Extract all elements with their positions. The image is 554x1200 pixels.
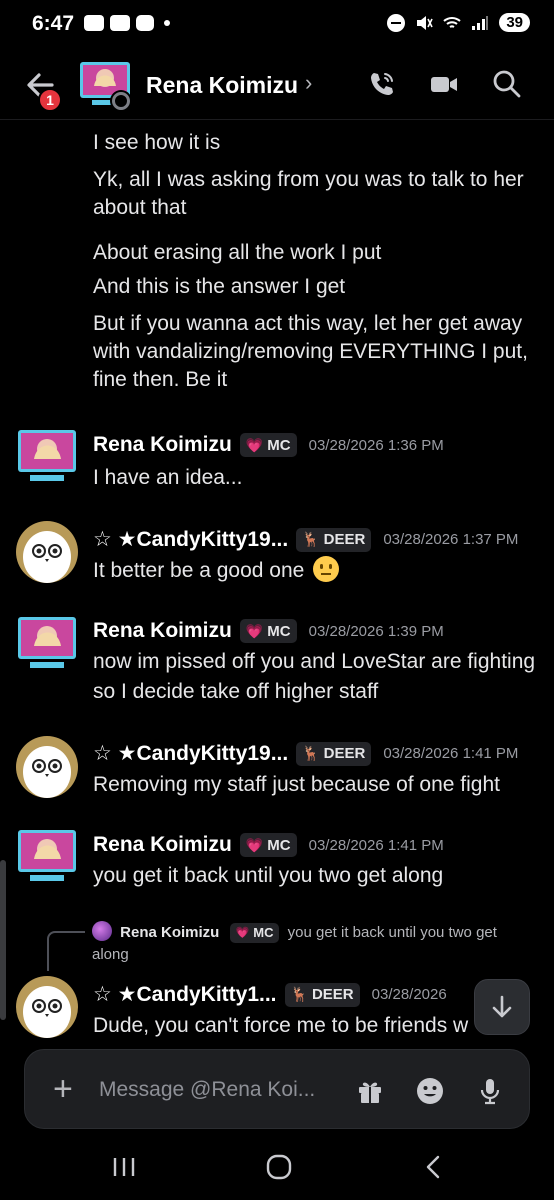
role-tag-label: DEER [323, 531, 366, 548]
timestamp: 03/28/2026 1:37 PM [383, 531, 519, 548]
role-tag-label: DEER [311, 986, 354, 1003]
message-header: ☆ ★CandyKitty19... 🦌 DEER 03/28/2026 1:41… [93, 741, 518, 766]
role-tag: 🦌 DEER [296, 527, 372, 552]
youtube-icon [136, 15, 154, 31]
message-text: It better be a good one [93, 556, 543, 586]
role-tag-label: MC [253, 925, 274, 940]
role-tag-label: MC [267, 436, 291, 454]
microphone-icon[interactable] [475, 1076, 505, 1106]
role-tag: 🦌 DEER [284, 982, 360, 1007]
gift-icon[interactable] [355, 1076, 385, 1106]
system-icons: 39 [387, 13, 530, 32]
candykitty-avatar[interactable] [16, 736, 78, 798]
message-line: About erasing all the work I put [93, 241, 382, 264]
timestamp: 03/28/2026 [371, 986, 447, 1003]
message-header: Rena Koimizu 💗 MC 03/28/2026 1:41 PM [93, 833, 444, 857]
mute-icon [417, 15, 434, 30]
screen-edge-handle[interactable] [0, 860, 6, 1020]
message-line: Yk, all I was asking from you was to tal… [93, 168, 524, 219]
reply-connector [47, 931, 85, 971]
heart-icon: 💗 [245, 836, 264, 853]
neutral-face-emoji-icon [313, 556, 340, 582]
status-bar: 6:47 39 [0, 0, 554, 50]
emoji-icon[interactable] [415, 1076, 445, 1106]
message-text: now im pissed off you and LoveStar are f… [93, 650, 536, 703]
role-tag-label: MC [267, 836, 291, 854]
author-name[interactable]: Rena Koimizu [93, 619, 232, 643]
do-not-disturb-icon [387, 13, 406, 32]
android-navigation-bar [0, 1131, 554, 1200]
message-header: ☆ ★CandyKitty19... 🦌 DEER 03/28/2026 1:37… [93, 527, 518, 552]
unread-badge: 1 [38, 88, 62, 112]
message-composer: + Message @Rena Koi... [0, 1041, 554, 1131]
reply-preview[interactable]: Rena Koimizu 💗 MC you get it back until y… [92, 921, 532, 966]
candykitty-avatar[interactable] [16, 521, 78, 583]
heart-icon: 💗 [245, 436, 264, 453]
message-header: Rena Koimizu 💗 MC 03/28/2026 1:39 PM [93, 619, 444, 643]
more-notifications-dot-icon [164, 20, 170, 26]
author-name[interactable]: ☆ ★CandyKitty19... [93, 527, 288, 552]
search-icon[interactable] [491, 68, 523, 100]
rena-avatar[interactable] [16, 426, 78, 488]
message-header: Rena Koimizu 💗 MC 03/28/2026 1:36 PM [93, 433, 444, 457]
role-tag: 💗 MC [239, 833, 297, 857]
author-name[interactable]: Rena Koimizu [93, 833, 232, 857]
candykitty-avatar[interactable] [16, 976, 78, 1038]
message-header: ☆ ★CandyKitty1... 🦌 DEER 03/28/2026 [93, 982, 447, 1007]
message-text: Removing my staff just because of one fi… [93, 773, 500, 796]
heart-icon: 💗 [245, 622, 264, 639]
jump-to-present-button[interactable] [474, 979, 530, 1035]
role-tag-label: DEER [323, 745, 366, 762]
author-name[interactable]: ☆ ★CandyKitty19... [93, 741, 288, 766]
author-name[interactable]: ☆ ★CandyKitty1... [93, 982, 277, 1007]
message-text: I have an idea... [93, 466, 243, 489]
message-list[interactable]: I see how it is Yk, all I was asking fro… [0, 121, 554, 1041]
role-tag: 💗 MC [239, 619, 297, 643]
reply-author: Rena Koimizu [120, 924, 220, 941]
offline-status-icon [110, 90, 132, 112]
wifi-icon [443, 16, 461, 28]
reply-avatar [92, 921, 112, 941]
message-text: Dude, you can't force me to be friends w [93, 1014, 469, 1037]
role-tag: 💗 MC [229, 923, 280, 943]
video-camera-icon[interactable] [428, 68, 460, 100]
signal-icon [472, 15, 489, 30]
chevron-right-icon[interactable]: › [305, 70, 312, 96]
notification-icons [84, 15, 170, 31]
back-icon[interactable] [420, 1153, 448, 1181]
recent-apps-icon[interactable] [110, 1153, 138, 1181]
message-text-content: It better be a good one [93, 559, 305, 582]
status-time: 6:47 [32, 12, 75, 35]
arrow-down-icon [492, 995, 512, 1018]
deer-icon: 🦌 [302, 745, 320, 761]
role-tag: 🦌 DEER [296, 741, 372, 766]
timestamp: 03/28/2026 1:36 PM [308, 436, 444, 454]
timestamp: 03/28/2026 1:41 PM [308, 836, 444, 854]
home-icon[interactable] [265, 1153, 293, 1181]
message-input[interactable]: Message @Rena Koi... [99, 1078, 315, 1102]
dm-header: 1 Rena Koimizu › [0, 50, 554, 120]
message-input-container[interactable]: + Message @Rena Koi... [24, 1049, 530, 1129]
phone-call-icon[interactable] [366, 68, 398, 100]
heart-icon: 💗 [235, 927, 250, 939]
message-line: And this is the answer I get [93, 275, 346, 298]
message-line: I see how it is [93, 131, 221, 154]
add-attachment-button[interactable]: + [53, 1072, 73, 1106]
battery-level: 39 [499, 13, 530, 32]
timestamp: 03/28/2026 1:41 PM [383, 745, 519, 762]
message-text: you get it back until you two get along [93, 864, 444, 887]
rena-avatar[interactable] [16, 613, 78, 675]
deer-icon: 🦌 [302, 531, 320, 547]
timestamp: 03/28/2026 1:39 PM [308, 622, 444, 640]
role-tag-label: MC [267, 622, 291, 640]
game-controller-icon [110, 15, 130, 31]
role-tag: 💗 MC [239, 433, 297, 457]
rena-avatar[interactable] [16, 826, 78, 888]
deer-icon: 🦌 [290, 986, 308, 1002]
game-controller-icon [84, 15, 104, 31]
message-line: But if you wanna act this way, let her g… [93, 312, 528, 391]
author-name[interactable]: Rena Koimizu [93, 433, 232, 457]
contact-name[interactable]: Rena Koimizu [146, 72, 298, 99]
